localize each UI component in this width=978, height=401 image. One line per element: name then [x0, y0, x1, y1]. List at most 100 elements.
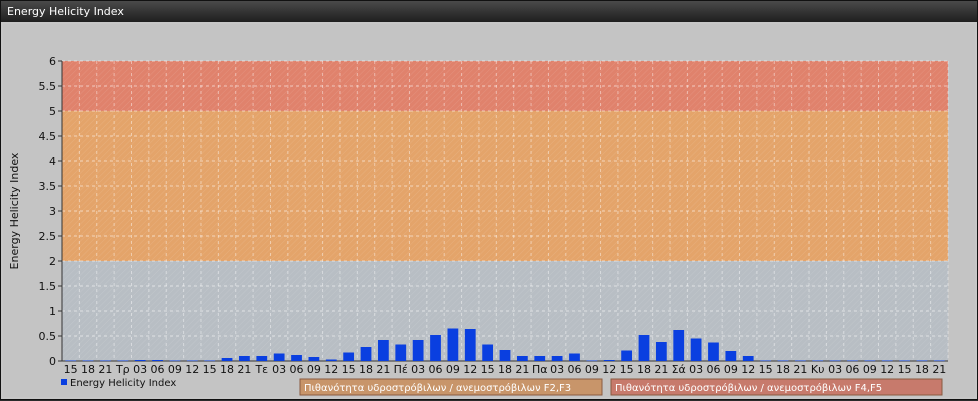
- x-tick-label: 18: [220, 363, 234, 376]
- x-tick-label: 06: [151, 363, 165, 376]
- x-tick-label: 21: [376, 363, 390, 376]
- bar: [933, 360, 945, 362]
- bar: [655, 342, 667, 361]
- y-tick-label: 4.5: [39, 130, 57, 143]
- x-tick-label: Σά: [672, 363, 686, 376]
- y-tick-label: 5.5: [39, 80, 57, 93]
- bar: [464, 329, 476, 361]
- x-tick-label: 12: [185, 363, 199, 376]
- bar: [412, 340, 424, 361]
- x-tick-label: 15: [64, 363, 78, 376]
- bar: [152, 360, 163, 361]
- band-legend-label-0: Πιθανότητα υδροστρόβιλων / ανεμοστρόβιλω…: [304, 382, 571, 394]
- bar: [569, 353, 580, 361]
- x-tick-label: 12: [324, 363, 338, 376]
- bar: [134, 360, 146, 361]
- bar: [690, 338, 702, 361]
- x-tick-label: 15: [620, 363, 634, 376]
- bar: [273, 353, 285, 361]
- bar: [395, 344, 407, 361]
- bar: [534, 356, 546, 361]
- x-tick-label: 06: [706, 363, 720, 376]
- band-legend-label-1: Πιθανότητα υδροστρόβιλων / ανεμοστρόβιλω…: [615, 382, 882, 394]
- bar: [673, 330, 685, 361]
- legend-label: Energy Helicity Index: [70, 378, 176, 389]
- x-tick-label: 09: [585, 363, 599, 376]
- x-tick-label: 21: [654, 363, 668, 376]
- bar: [760, 360, 771, 362]
- y-tick-label: 3.5: [39, 180, 57, 193]
- y-tick-label: 2: [49, 255, 56, 268]
- bar: [638, 335, 650, 361]
- chart-window: Energy Helicity Index 0 0.5 1 1.5 2 2.5 3 3.5 4 4…: [0, 0, 978, 400]
- bar: [447, 328, 459, 361]
- bar: [499, 350, 511, 361]
- x-tick-label: 03: [689, 363, 703, 376]
- x-tick-label: 06: [845, 363, 859, 376]
- bar: [621, 350, 632, 361]
- bar: [777, 360, 789, 362]
- bar: [899, 360, 910, 362]
- bar: [186, 360, 198, 362]
- x-tick-label: 21: [932, 363, 946, 376]
- bar: [430, 335, 441, 361]
- x-tick-label: Κυ: [811, 363, 825, 376]
- y-tick-label: 6: [49, 55, 56, 68]
- bar: [603, 360, 615, 361]
- ehi-chart: 0 0.5 1 1.5 2 2.5 3 3.5 4 4.5 5 5.5 6 Energy Helicity…: [8, 55, 949, 396]
- bar: [794, 360, 806, 362]
- x-tick-label: 12: [741, 363, 755, 376]
- x-tick-label: 18: [359, 363, 373, 376]
- bar: [847, 360, 858, 362]
- x-tick-label: 15: [481, 363, 495, 376]
- legend-swatch: [61, 379, 67, 385]
- bar: [378, 340, 389, 361]
- y-tick-label: 2.5: [39, 230, 57, 243]
- x-tick-label: Τρ: [115, 363, 130, 376]
- x-tick-label: 09: [307, 363, 321, 376]
- x-tick-label: 09: [446, 363, 460, 376]
- x-tick-label: 18: [81, 363, 95, 376]
- x-tick-label: 18: [915, 363, 929, 376]
- bar: [308, 357, 320, 361]
- x-tick-label: 03: [828, 363, 842, 376]
- window-title: Energy Helicity Index: [1, 1, 977, 22]
- bar: [551, 356, 563, 361]
- x-tick-label: 09: [724, 363, 738, 376]
- x-tick-label: 09: [168, 363, 182, 376]
- x-tick-label: 15: [342, 363, 356, 376]
- bar: [291, 355, 302, 361]
- x-tick-label: 15: [759, 363, 773, 376]
- x-tick-label: 18: [637, 363, 651, 376]
- bar: [65, 360, 77, 362]
- x-tick-label: 12: [602, 363, 616, 376]
- y-tick-label: 0.5: [39, 330, 57, 343]
- y-tick-label: 1: [49, 305, 56, 318]
- x-tick-label: 03: [272, 363, 286, 376]
- bar: [204, 360, 216, 362]
- x-tick-label: 06: [567, 363, 581, 376]
- x-tick-label: 12: [463, 363, 477, 376]
- bar: [343, 352, 355, 361]
- bar: [586, 360, 598, 362]
- bar: [82, 360, 94, 362]
- x-tick-label: 15: [898, 363, 912, 376]
- x-tick-label: 21: [515, 363, 529, 376]
- x-tick-label: 06: [290, 363, 304, 376]
- bar: [916, 360, 928, 362]
- x-tick-label: 21: [98, 363, 112, 376]
- y-tick-label: 0: [49, 355, 56, 368]
- bar: [516, 356, 528, 361]
- bar: [829, 360, 841, 362]
- bar: [742, 356, 754, 361]
- x-tick-label: Πα: [532, 363, 548, 376]
- bar: [482, 344, 494, 361]
- x-tick-label: 21: [793, 363, 807, 376]
- x-tick-label: 03: [411, 363, 425, 376]
- x-tick-label: Τε: [254, 363, 268, 376]
- bar: [169, 360, 181, 362]
- bar: [708, 342, 719, 361]
- x-tick-label: 18: [776, 363, 790, 376]
- bar: [864, 360, 876, 362]
- y-tick-label: 3: [49, 205, 56, 218]
